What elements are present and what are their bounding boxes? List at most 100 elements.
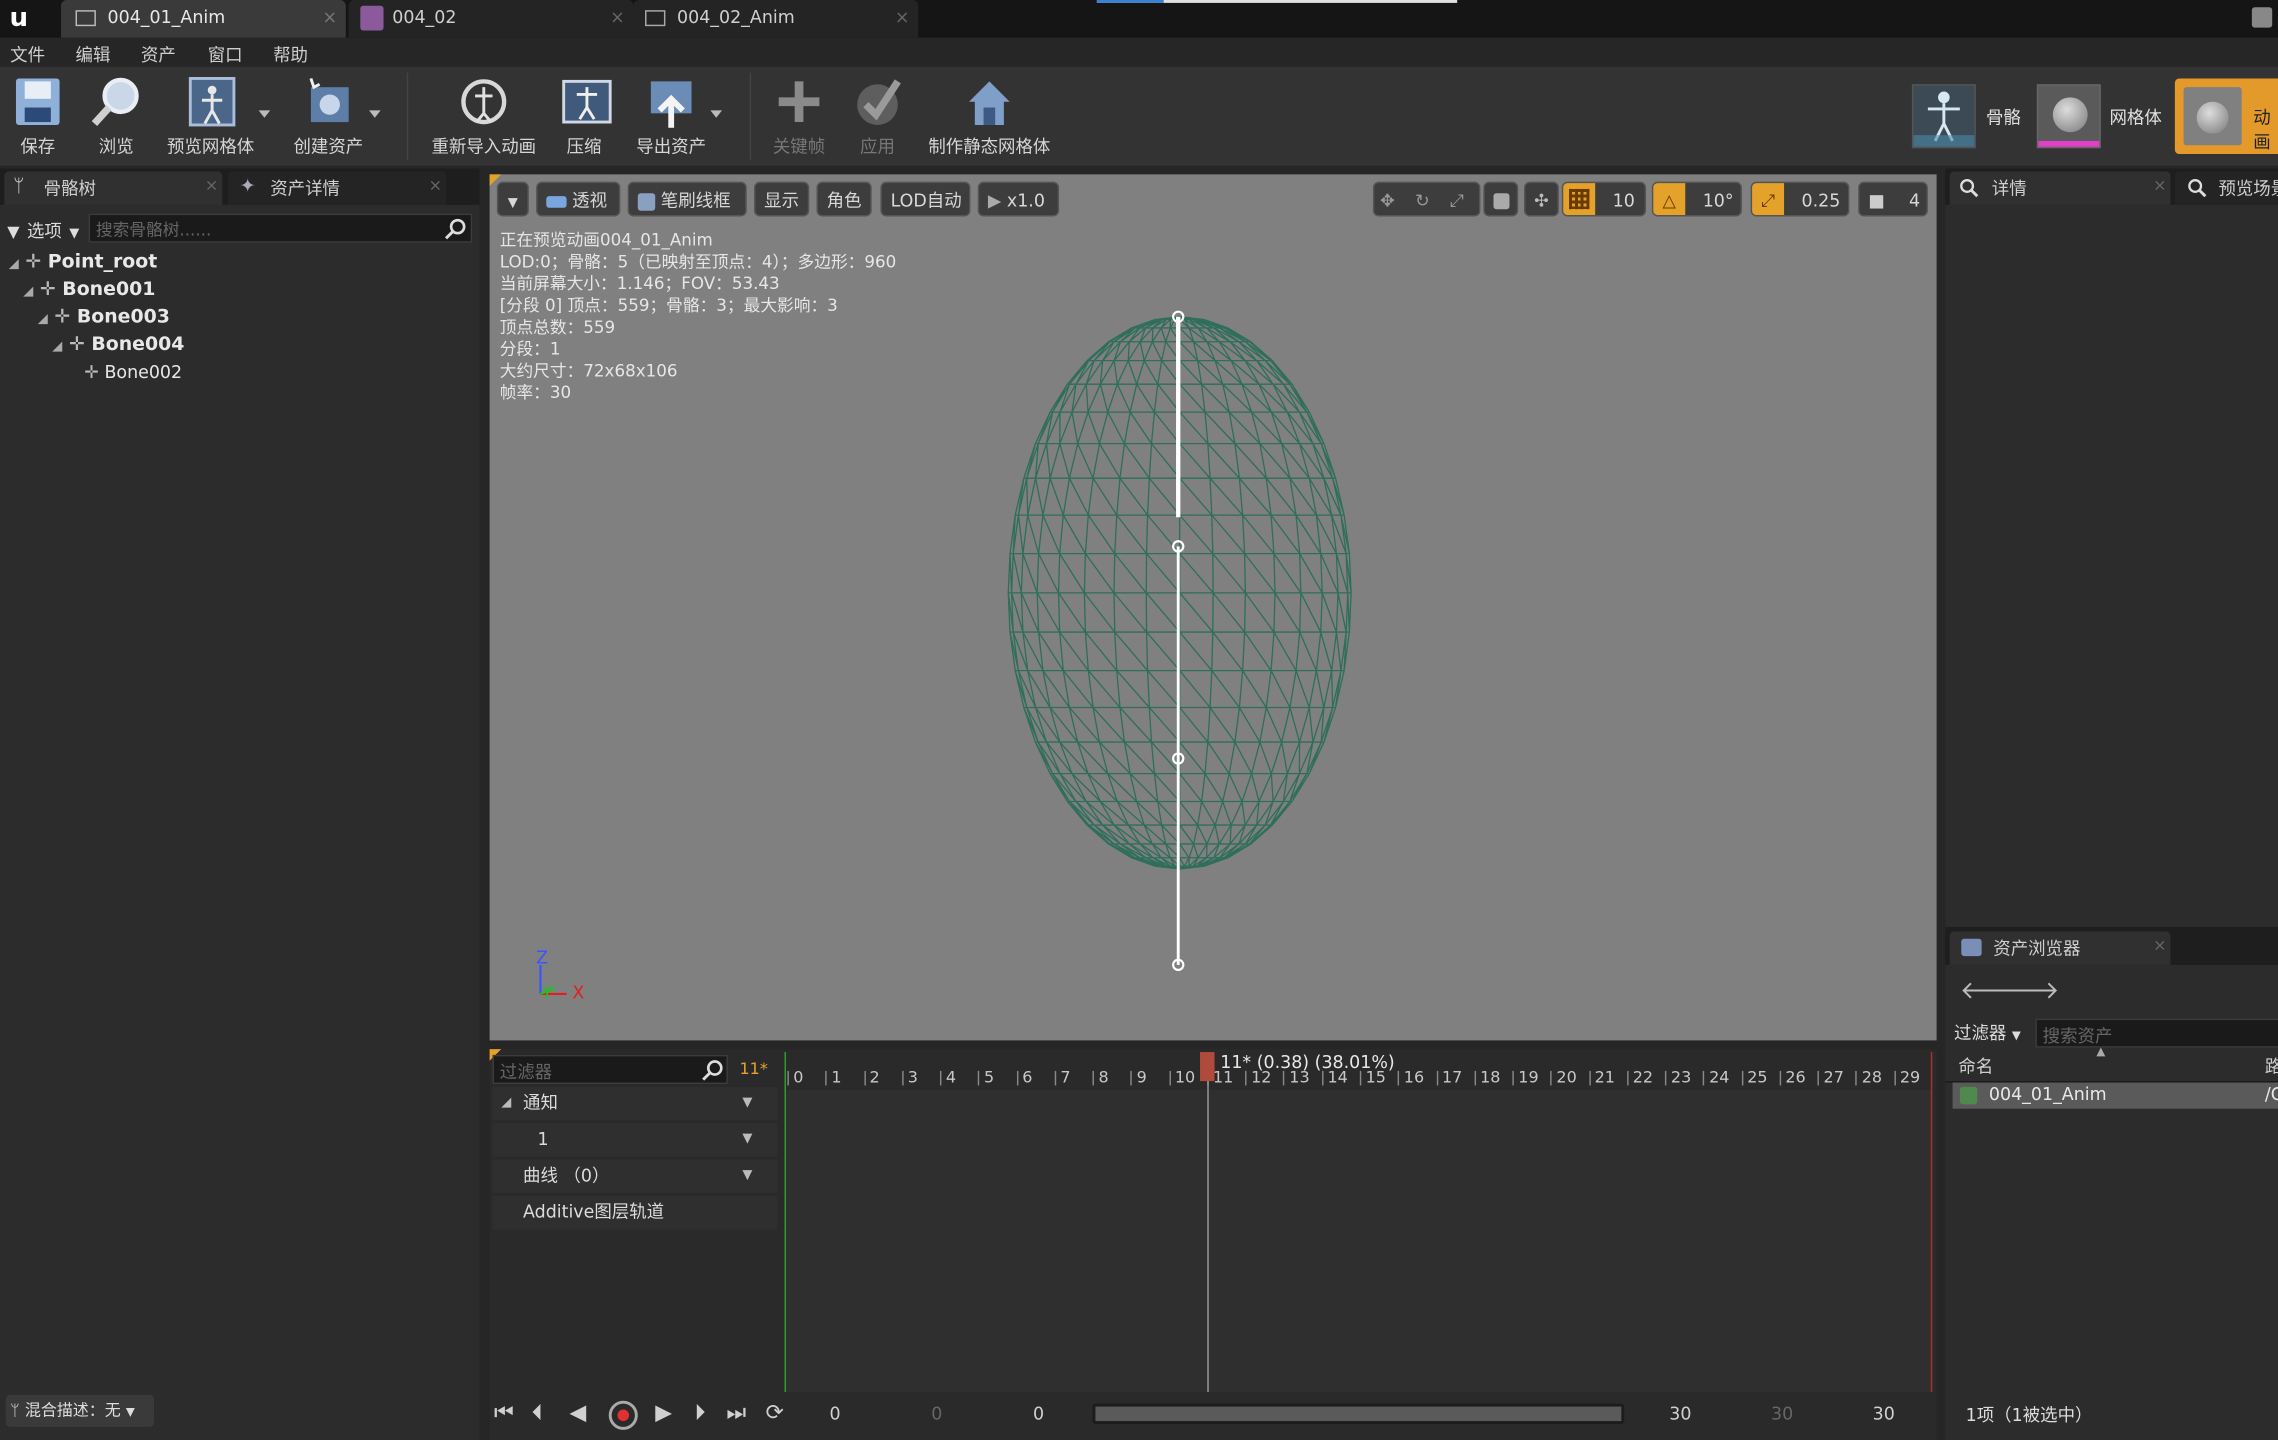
search-icon[interactable] [702, 1059, 724, 1081]
save-button[interactable]: 保存 [9, 76, 67, 159]
bone-row-bone004[interactable]: ◢ ✛ Bone004 [52, 334, 184, 356]
rotate-icon[interactable]: ↻ [1415, 183, 1430, 218]
show-button[interactable]: 显示 [754, 181, 810, 217]
collapse-arrow-icon[interactable]: ◢ [501, 1087, 511, 1120]
reimport-animation-button[interactable]: 重新导入动画 [426, 76, 542, 159]
asset-search-input[interactable]: 搜索资产 [2035, 1018, 2278, 1048]
scale-icon[interactable]: ⤢ [1450, 183, 1464, 218]
menu-file[interactable]: 文件 [10, 42, 45, 67]
working-range-start[interactable]: 0 [931, 1404, 942, 1424]
step-forward-icon[interactable]: ⏵ [694, 1399, 705, 1425]
tab-skeleton-tree[interactable]: ᛘ 骨骼树 × [4, 171, 223, 205]
preview-mesh-dropdown-icon[interactable] [258, 110, 271, 118]
chevron-down-icon[interactable]: ▼ [742, 1087, 752, 1120]
grid-snap-toggle-icon[interactable] [1563, 183, 1596, 216]
scale-snap-value[interactable]: 0.25 [1801, 183, 1840, 218]
feedback-icon[interactable] [2251, 7, 2273, 28]
view-range-end[interactable]: 30 [1873, 1404, 1895, 1424]
mode-skeleton-button[interactable] [1911, 84, 1976, 149]
tab-details[interactable]: 详情 × [1949, 171, 2171, 205]
export-dropdown-icon[interactable] [710, 110, 723, 118]
coordinate-space-button[interactable] [1483, 181, 1519, 217]
working-range-end[interactable]: 30 [1771, 1404, 1793, 1424]
record-button-icon[interactable] [608, 1400, 638, 1430]
chevron-down-icon[interactable]: ▼ [742, 1123, 752, 1156]
add-key-button[interactable]: 关键帧 [770, 76, 828, 159]
tab-close-icon[interactable]: × [429, 176, 442, 195]
forward-arrow-icon[interactable]: 🡒 [1993, 976, 2059, 1005]
bone-row-bone002[interactable]: ✛ Bone002 [84, 362, 182, 382]
create-asset-button[interactable]: 创建资产 [288, 76, 369, 159]
playback-range-start[interactable]: 0 [1033, 1404, 1044, 1424]
expand-arrow-icon[interactable]: ◢ [23, 285, 33, 300]
track-filter-input[interactable]: 过滤器 [492, 1054, 728, 1084]
menu-edit[interactable]: 编辑 [76, 42, 111, 67]
preview-mesh-button[interactable]: 预览网格体 [163, 76, 259, 159]
surface-snap-button[interactable]: ✣ [1523, 181, 1559, 217]
tab-004-02-anim[interactable]: 004_02_Anim × [633, 0, 919, 38]
chevron-down-icon[interactable]: ▼ [742, 1160, 752, 1193]
tab-preview-scene[interactable]: 预览场景 [2174, 171, 2278, 205]
range-scrollbar-thumb[interactable] [1095, 1406, 1622, 1422]
menu-asset[interactable]: 资产 [141, 42, 176, 67]
rotation-snap-value[interactable]: 10° [1703, 183, 1734, 218]
tab-004-01-anim[interactable]: 004_01_Anim × [61, 0, 346, 38]
scale-snap-toggle-icon[interactable]: ⤢ [1752, 183, 1785, 216]
play-reverse-icon[interactable]: ◀ [570, 1399, 587, 1425]
bone-row-bone001[interactable]: ◢ ✛ Bone001 [23, 279, 155, 301]
tab-close-icon[interactable]: × [2153, 176, 2166, 195]
track-additive[interactable]: Additive图层轨道 [492, 1195, 778, 1230]
blend-profile-dropdown[interactable]: ᛘ 混合描述：无 ▼ [5, 1394, 154, 1427]
playhead[interactable] [1199, 1052, 1215, 1082]
lod-button[interactable]: LOD自动 [880, 181, 971, 217]
column-name-header[interactable]: 命名 [1958, 1053, 1993, 1078]
play-icon[interactable]: ▶ [655, 1399, 672, 1425]
mode-animation-button[interactable]: 动画 [2174, 78, 2278, 155]
grid-snap-value[interactable]: 10 [1613, 183, 1635, 218]
expand-arrow-icon[interactable]: ◢ [9, 257, 19, 272]
loop-icon[interactable]: ⟳ [766, 1399, 784, 1425]
apply-button[interactable]: 应用 [851, 76, 903, 159]
export-asset-button[interactable]: 导出资产 [631, 76, 712, 159]
tab-asset-browser[interactable]: 资产浏览器 × [1949, 931, 2171, 965]
expand-arrow-icon[interactable]: ◢ [52, 340, 62, 355]
menu-help[interactable]: 帮助 [273, 42, 308, 67]
skip-to-end-icon[interactable]: ⏭ [726, 1399, 746, 1425]
compress-button[interactable]: 压缩 [558, 76, 612, 159]
perspective-button[interactable]: 透视 [536, 181, 621, 217]
view-mode-button[interactable]: 笔刷线框 [627, 181, 747, 217]
bone-row-bone003[interactable]: ◢ ✛ Bone003 [38, 307, 170, 329]
menu-window[interactable]: 窗口 [208, 42, 243, 67]
column-path-header[interactable]: 路 [2265, 1053, 2278, 1078]
tab-close-icon[interactable]: × [895, 7, 910, 27]
translate-icon[interactable]: ✥ [1380, 183, 1395, 218]
tab-close-icon[interactable]: × [205, 176, 218, 195]
asset-filter-dropdown[interactable]: 过滤器 ▼ [1954, 1020, 2021, 1045]
rotation-snap-toggle-icon[interactable]: △ [1653, 183, 1686, 216]
bone-row-point-root[interactable]: ◢ ✛ Point_root [9, 251, 158, 273]
step-back-icon[interactable]: ⏴ [532, 1399, 543, 1425]
search-icon[interactable] [444, 218, 467, 240]
asset-list-row[interactable]: 004_01_Anim /C [1952, 1082, 2278, 1109]
character-button[interactable]: 角色 [816, 181, 872, 217]
tab-close-icon[interactable]: × [323, 7, 338, 27]
timeline-range-scrollbar[interactable] [1092, 1403, 1625, 1425]
track-notifies[interactable]: ◢ 通知 ▼ [492, 1086, 778, 1121]
make-static-mesh-button[interactable]: 制作静态网格体 [925, 76, 1053, 159]
skeleton-search-input[interactable]: 搜索骨骼树...... [88, 213, 473, 243]
tab-asset-details[interactable]: ✦ 资产详情 × [228, 171, 447, 205]
track-notify-1[interactable]: 1 ▼ [492, 1123, 778, 1157]
playback-speed-button[interactable]: ▶ x1.0 [977, 181, 1060, 217]
track-curves[interactable]: 曲线 （0） ▼ [492, 1159, 778, 1193]
playback-range-end[interactable]: 30 [1669, 1404, 1691, 1424]
mode-mesh-button[interactable] [2036, 84, 2101, 149]
camera-speed-button[interactable]: ■ 4 [1858, 181, 1928, 217]
tab-close-icon[interactable]: × [610, 7, 625, 27]
tab-004-02[interactable]: 004_02 × [348, 0, 634, 38]
view-range-start[interactable]: 0 [830, 1404, 841, 1424]
expand-arrow-icon[interactable]: ◢ [38, 312, 48, 327]
skip-to-start-icon[interactable]: ⏮ [494, 1399, 514, 1425]
create-asset-dropdown-icon[interactable] [369, 110, 381, 118]
options-dropdown[interactable]: ▼ 选项 ▼ [7, 215, 83, 241]
browse-button[interactable]: 浏览 [87, 76, 145, 159]
